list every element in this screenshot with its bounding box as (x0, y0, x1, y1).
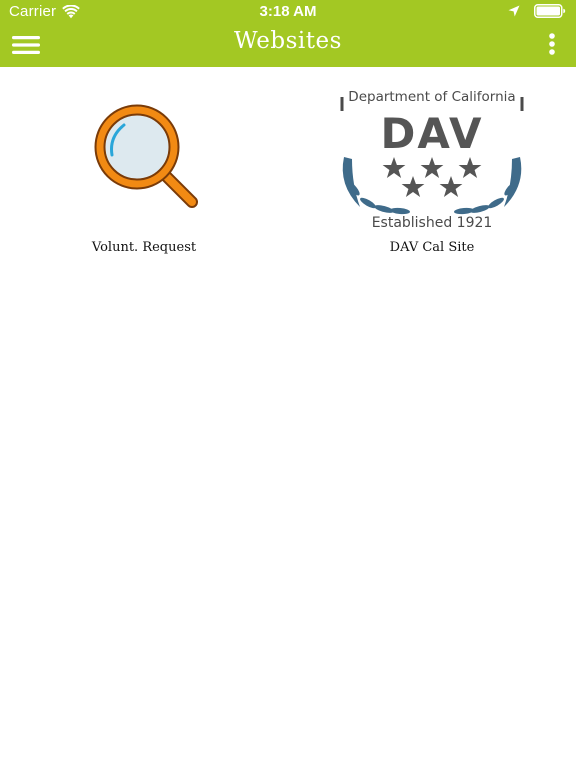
dav-logo: Department of California DAV Established… (340, 89, 524, 231)
dav-logo-mark: DAV (380, 109, 483, 158)
magnifying-glass-icon (94, 104, 198, 208)
status-right (508, 4, 566, 18)
tile-label: DAV Cal Site (389, 240, 475, 255)
status-time: 3:18 AM (259, 3, 317, 20)
vertical-ellipsis-icon (549, 33, 555, 55)
dav-logo-top-text: Department of California (348, 89, 515, 105)
page-title: Websites (234, 28, 342, 54)
website-tile-dav-cal-site[interactable]: Department of California DAV Established… (332, 83, 532, 263)
more-options-button[interactable] (542, 30, 562, 58)
location-arrow-icon (508, 5, 520, 17)
status-bar: Carrier 3:18 AM (0, 0, 576, 22)
website-tile-volunteer-request[interactable]: Volunt. Request (44, 83, 244, 263)
navigation-bar: Websites (0, 22, 576, 67)
battery-full-icon (534, 4, 566, 18)
app-screen: Carrier 3:18 AM Websites Volunt. Request… (0, 0, 576, 768)
tile-image: Department of California DAV Established… (332, 83, 532, 233)
tile-label: Volunt. Request (91, 240, 197, 255)
dav-logo-bottom-text: Established 1921 (372, 215, 493, 231)
tile-image (44, 83, 244, 233)
